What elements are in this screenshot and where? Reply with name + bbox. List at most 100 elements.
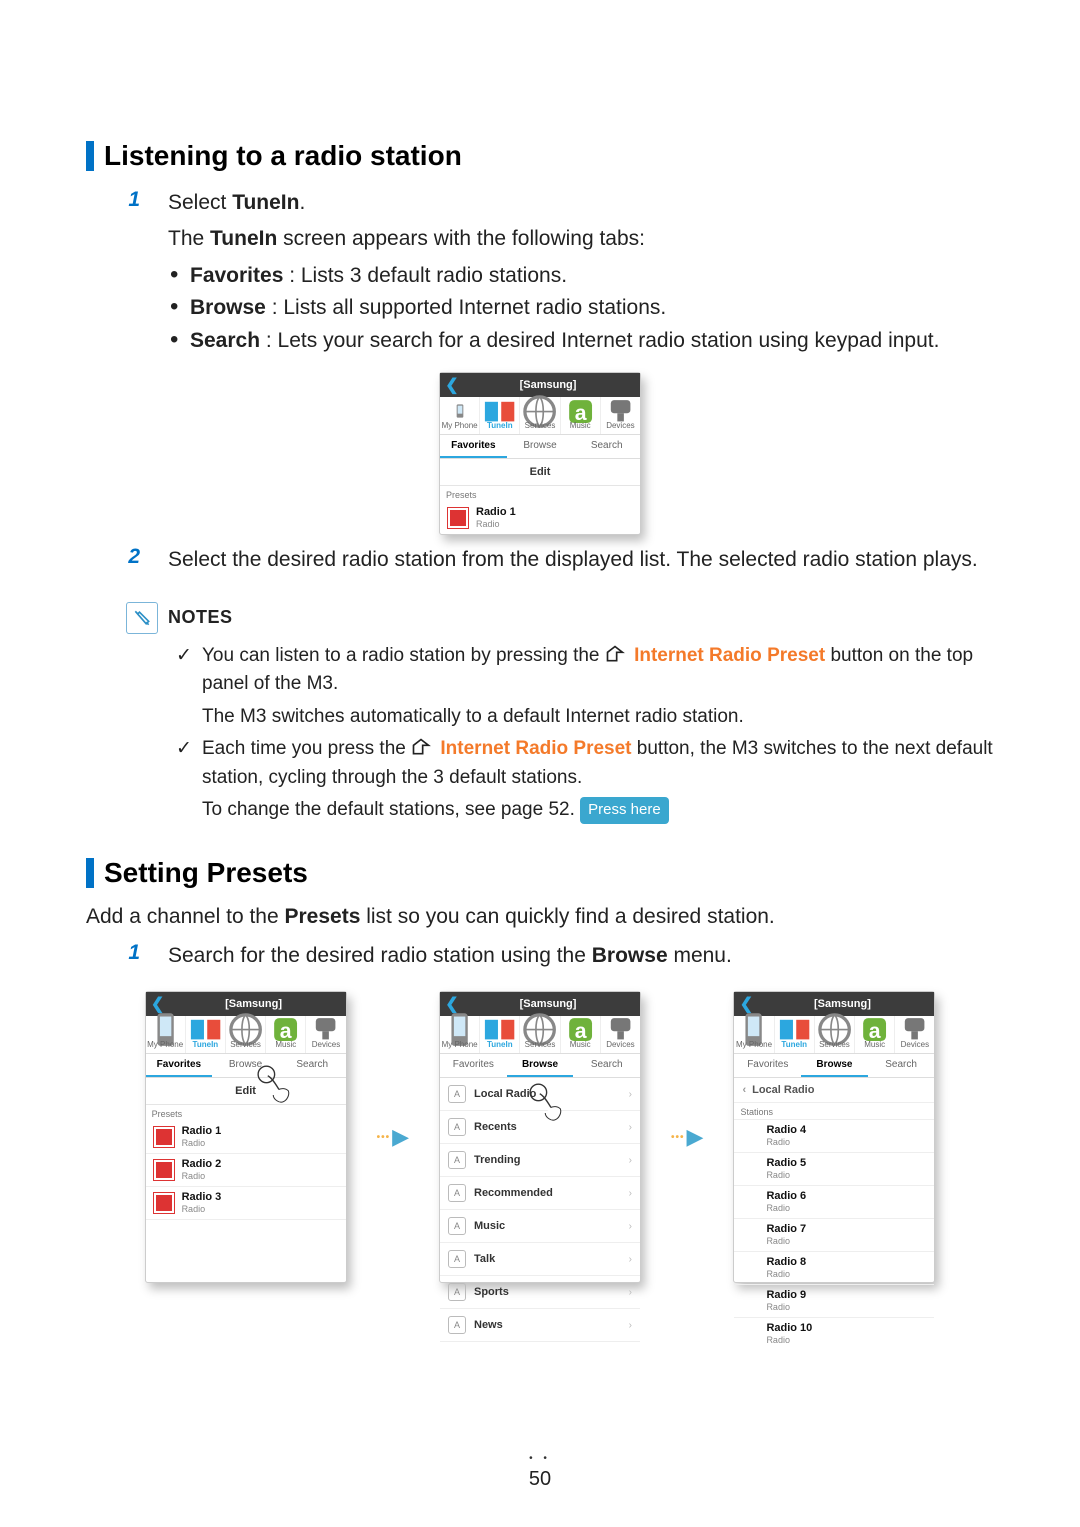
edit-button[interactable]: Edit [146,1078,346,1105]
antenna-icon: A [448,1118,466,1136]
step-1: 1 Select TuneIn. The TuneIn screen appea… [126,188,994,358]
chevron-right-icon: › [629,1287,632,1298]
back-local-radio[interactable]: ‹Local Radio [734,1078,934,1103]
preset-row[interactable]: Radio 1Radio [440,502,640,534]
chevron-right-icon: › [629,1221,632,1232]
preset-row[interactable]: Radio 1Radio [146,1121,346,1154]
heading-presets: Setting Presets [86,857,994,889]
step-2: 2 Select the desired radio station from … [126,545,994,581]
subtab-favorites[interactable]: Favorites [440,1054,507,1077]
back-icon[interactable]: ❮ [442,375,462,395]
tab-tunein[interactable]: TuneIn [480,397,520,434]
tab-tunein[interactable]: TuneIn [186,1016,226,1053]
subtab-favorites[interactable]: Favorites [146,1054,213,1077]
antenna-icon: A [448,1085,466,1103]
chevron-left-icon: ‹ [742,1084,746,1096]
presets-label: Presets [146,1105,346,1121]
chevron-right-icon: › [629,1089,632,1100]
chevron-right-icon: › [629,1122,632,1133]
station-row[interactable]: Radio 4Radio [734,1120,934,1153]
step-number: 1 [126,188,140,212]
subtab-search[interactable]: Search [868,1054,935,1077]
step1-line1: Select TuneIn. [168,188,939,218]
subtab-favorites[interactable]: Favorites [734,1054,801,1077]
tab-myphone[interactable]: My Phone [440,397,480,434]
chevron-right-icon: › [629,1155,632,1166]
section2-step-1: 1 Search for the desired radio station u… [126,941,994,977]
notes-block: NOTES You can listen to a radio station … [126,602,994,825]
station-row[interactable]: Radio 7Radio [734,1219,934,1252]
page-number: 50 [0,1453,1080,1491]
notes-heading: NOTES [168,607,233,628]
subtab-browse[interactable]: Browse [507,435,574,458]
step2-text: Select the desired radio station from th… [168,545,978,575]
tab-music[interactable]: a Music [561,397,601,434]
antenna-icon: A [448,1217,466,1235]
browse-row[interactable]: ANews› [440,1309,640,1342]
subtab-favorites[interactable]: Favorites [440,435,507,458]
subtab-search[interactable]: Search [573,435,640,458]
step1-bullets: Favorites : Lists 3 default radio statio… [168,261,939,356]
tab-devices[interactable]: Devices [306,1016,345,1053]
arrow-icon: •••▶ [671,1124,703,1150]
arrow-icon: •••▶ [377,1124,409,1150]
tab-myphone[interactable]: My Phone [146,1016,186,1053]
subtab-search[interactable]: Search [573,1054,640,1077]
step-number: 1 [126,941,140,965]
phone-main-tabs: My Phone TuneIn Services a Music Devices [440,397,640,434]
station-row[interactable]: Radio 8Radio [734,1252,934,1285]
preset-row[interactable]: Radio 2Radio [146,1154,346,1187]
antenna-icon: A [448,1250,466,1268]
chevron-right-icon: › [629,1188,632,1199]
phone-favorites-list: ❮[Samsung] My Phone TuneIn Services aMus… [145,991,347,1283]
note-item-2: Each time you press the Internet Radio P… [176,735,994,825]
tab-devices[interactable]: Devices [601,397,640,434]
browse-row[interactable]: AMusic› [440,1210,640,1243]
phone-favorites: ❮ [Samsung] My Phone TuneIn Services a M… [439,372,641,535]
phone-sub-tabs: Favorites Browse Search [440,434,640,459]
antenna-icon: A [448,1283,466,1301]
step1-line2: The TuneIn screen appears with the follo… [168,224,939,254]
browse-row[interactable]: ATalk› [440,1243,640,1276]
browse-row[interactable]: ARecommended› [440,1177,640,1210]
station-row[interactable]: Radio 6Radio [734,1186,934,1219]
subtab-browse[interactable]: Browse [801,1054,868,1077]
phone-local-radio: ❮[Samsung] My Phone TuneIn Services aMus… [733,991,935,1283]
stations-label: Stations [734,1103,934,1120]
subtab-search[interactable]: Search [279,1054,346,1077]
flag-icon [448,508,468,528]
step-number: 2 [126,545,140,569]
tab-music[interactable]: aMusic [266,1016,306,1053]
flag-icon [154,1160,174,1180]
subtab-browse[interactable]: Browse [507,1054,574,1077]
chevron-right-icon: › [629,1320,632,1331]
notes-icon [126,602,158,634]
subtab-browse[interactable]: Browse [212,1054,279,1077]
browse-row[interactable]: ALocal Radio› [440,1078,640,1111]
phone-title: [Samsung] [462,379,634,391]
tab-services[interactable]: Services [226,1016,266,1053]
presets-label: Presets [440,486,640,502]
browse-row[interactable]: ARecents› [440,1111,640,1144]
station-row[interactable]: Radio 5Radio [734,1153,934,1186]
preset-icon [411,737,431,755]
browse-row[interactable]: ASports› [440,1276,640,1309]
edit-button[interactable]: Edit [440,459,640,486]
note-item-1: You can listen to a radio station by pre… [176,642,994,732]
tab-services[interactable]: Services [520,397,560,434]
antenna-icon: A [448,1316,466,1334]
chevron-right-icon: › [629,1254,632,1265]
browse-row[interactable]: ATrending› [440,1144,640,1177]
section2-step1-text: Search for the desired radio station usi… [168,941,732,971]
flag-icon [154,1127,174,1147]
preset-row[interactable]: Radio 3Radio [146,1187,346,1220]
antenna-icon: A [448,1184,466,1202]
station-row[interactable]: Radio 10Radio [734,1318,934,1350]
section2-intro: Add a channel to the Presets list so you… [86,905,994,929]
press-here-button[interactable]: Press here [580,797,669,824]
preset-icon [605,644,625,662]
antenna-icon: A [448,1151,466,1169]
station-row[interactable]: Radio 9Radio [734,1285,934,1318]
flag-icon [154,1193,174,1213]
phone-browse: ❮[Samsung] My Phone TuneIn Services aMus… [439,991,641,1283]
